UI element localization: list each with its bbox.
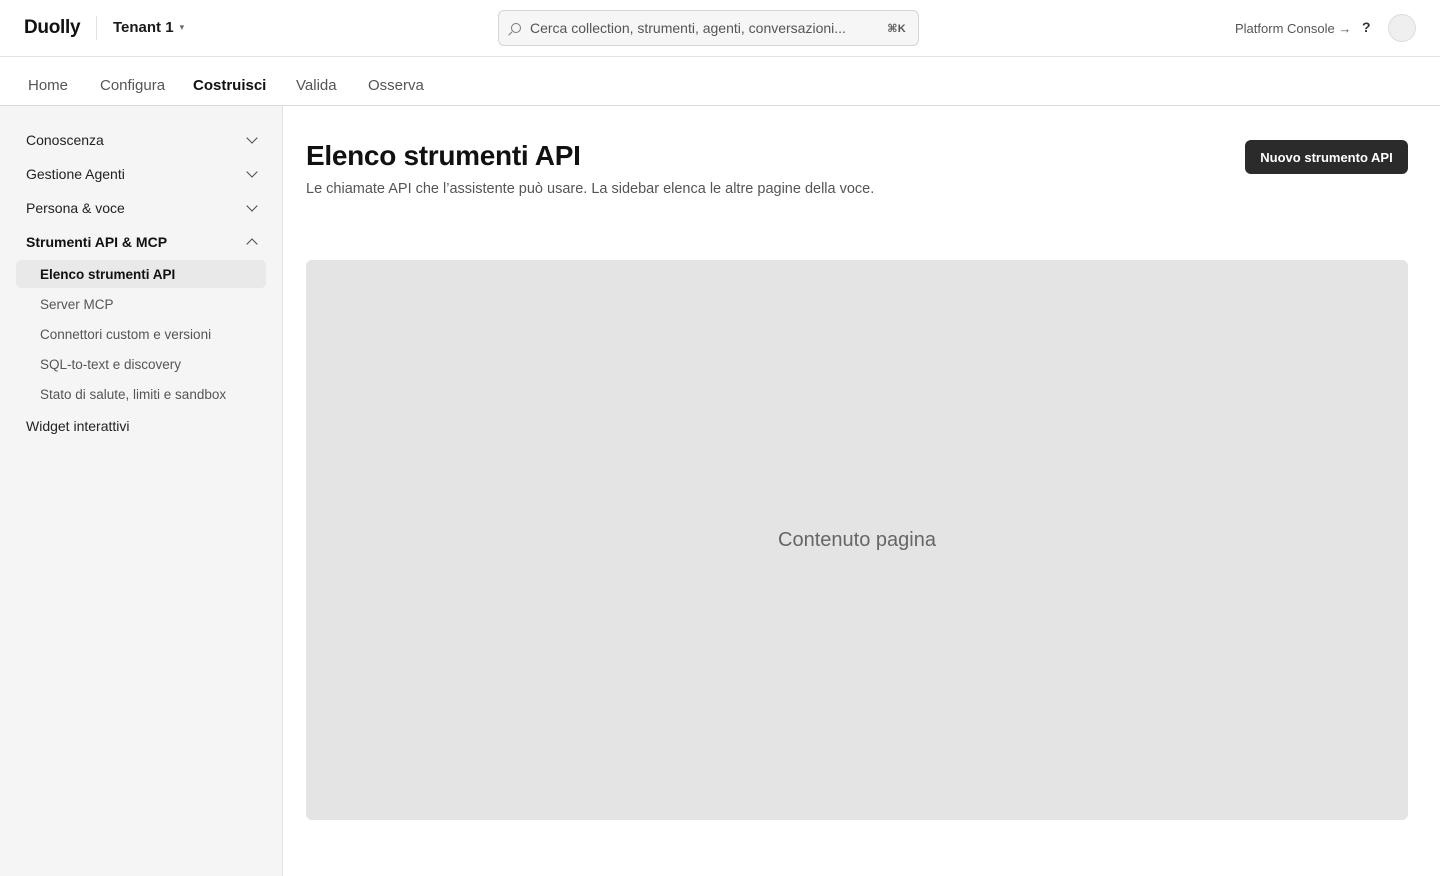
sidebar-section-label: Conoscenza <box>26 132 104 148</box>
top-bar: Duolly Tenant 1 ▾ ⌘K Platform Console → … <box>0 0 1440 57</box>
tenant-selector[interactable]: Tenant 1 ▾ <box>113 19 184 36</box>
page-title: Elenco strumenti API <box>306 140 581 171</box>
sidebar-item-elenco-strumenti-api[interactable]: Elenco strumenti API <box>16 260 266 288</box>
tab-home[interactable]: Home <box>28 77 68 106</box>
page-subtitle: Le chiamate API che l’assistente può usa… <box>306 181 875 197</box>
avatar[interactable] <box>1388 14 1416 42</box>
sidebar-section-label: Gestione Agenti <box>26 166 125 182</box>
chevron-up-icon <box>246 238 258 250</box>
tenant-label: Tenant 1 <box>113 19 174 36</box>
sidebar-section-widget-interattivi[interactable]: Widget interattivi <box>26 415 260 437</box>
tab-configura[interactable]: Configura <box>100 77 165 106</box>
sidebar-section-label: Widget interattivi <box>26 418 130 434</box>
chevron-down-icon <box>246 132 258 144</box>
search-shortcut: ⌘K <box>887 22 906 35</box>
sidebar-section-strumenti-api-mcp[interactable]: Strumenti API & MCP <box>26 231 260 253</box>
search-input[interactable] <box>530 20 888 36</box>
tab-osserva[interactable]: Osserva <box>368 77 424 106</box>
sidebar-item-server-mcp[interactable]: Server MCP <box>16 290 266 318</box>
sidebar-item-sql-to-text[interactable]: SQL-to-text e discovery <box>16 350 266 378</box>
brand-divider <box>96 16 97 40</box>
content-placeholder: Contenuto pagina <box>306 260 1408 820</box>
chevron-down-icon <box>246 200 258 212</box>
sidebar: Conoscenza Gestione Agenti Persona & voc… <box>0 106 283 876</box>
search-icon <box>511 23 521 33</box>
main-tabs: Home Configura Costruisci Valida Osserva <box>0 57 1440 108</box>
sidebar-section-conoscenza[interactable]: Conoscenza <box>26 129 260 151</box>
sidebar-section-persona-voce[interactable]: Persona & voce <box>26 197 260 219</box>
platform-console-link[interactable]: Platform Console → <box>1235 21 1351 36</box>
caret-down-icon: ▾ <box>179 22 185 32</box>
tab-costruisci[interactable]: Costruisci <box>193 77 267 108</box>
sidebar-section-label: Persona & voce <box>26 200 125 216</box>
sidebar-item-connettori-custom[interactable]: Connettori custom e versioni <box>16 320 266 348</box>
global-search[interactable]: ⌘K <box>498 10 919 46</box>
sidebar-item-stato-salute[interactable]: Stato di salute, limiti e sandbox <box>16 380 266 408</box>
content-placeholder-label: Contenuto pagina <box>778 528 936 551</box>
tab-valida[interactable]: Valida <box>296 77 337 106</box>
sidebar-section-label: Strumenti API & MCP <box>26 234 168 250</box>
brand-logo[interactable]: Duolly <box>24 17 81 39</box>
chevron-down-icon <box>246 166 258 178</box>
new-api-tool-button[interactable]: Nuovo strumento API <box>1245 140 1408 174</box>
sidebar-section-gestione-agenti[interactable]: Gestione Agenti <box>26 163 260 185</box>
help-icon[interactable]: ? <box>1362 19 1371 35</box>
